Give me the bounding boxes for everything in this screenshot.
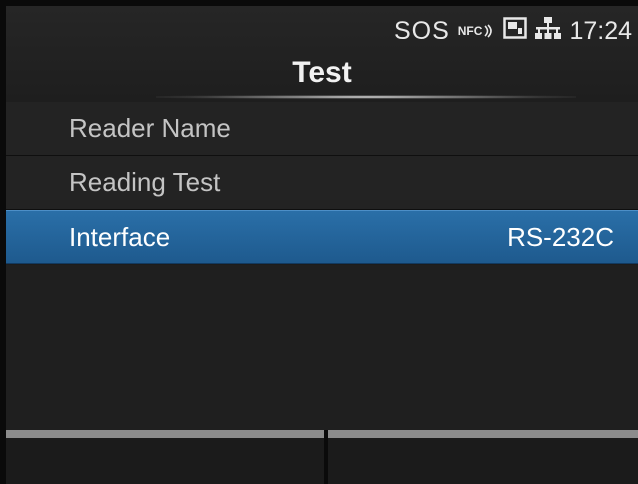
network-icon <box>535 16 562 47</box>
menu-item-label: Interface <box>69 221 171 252</box>
page-title: Test <box>292 56 352 89</box>
softkey-bar <box>6 430 638 484</box>
menu-item-label: Reader Name <box>69 113 231 143</box>
title-underline <box>156 95 576 99</box>
empty-list-area <box>6 265 638 430</box>
device-bezel: SOS NFC 17:24 Test Reader Name Reading T… <box>0 0 638 484</box>
left-softkey[interactable] <box>6 430 324 484</box>
nfc-label: NFC <box>457 24 483 38</box>
printer-screen: SOS NFC 17:24 Test Reader Name Reading T… <box>6 6 638 484</box>
menu-item-reader-name[interactable]: Reader Name <box>6 102 638 156</box>
sd-card-icon <box>503 16 528 46</box>
sos-indicator: SOS <box>393 16 450 45</box>
header: SOS NFC 17:24 Test <box>6 6 638 102</box>
menu-item-value: RS-232C <box>507 221 614 252</box>
nfc-icon: NFC <box>458 24 496 38</box>
menu-item-reading-test[interactable]: Reading Test <box>6 156 638 210</box>
menu-item-interface[interactable]: Interface RS-232C <box>6 210 638 264</box>
status-bar: SOS NFC 17:24 <box>394 14 632 48</box>
clock: 17:24 <box>569 16 632 45</box>
menu-list: Reader Name Reading Test Interface RS-23… <box>6 102 638 264</box>
menu-item-label: Reading Test <box>69 167 221 197</box>
right-softkey[interactable] <box>328 430 638 484</box>
